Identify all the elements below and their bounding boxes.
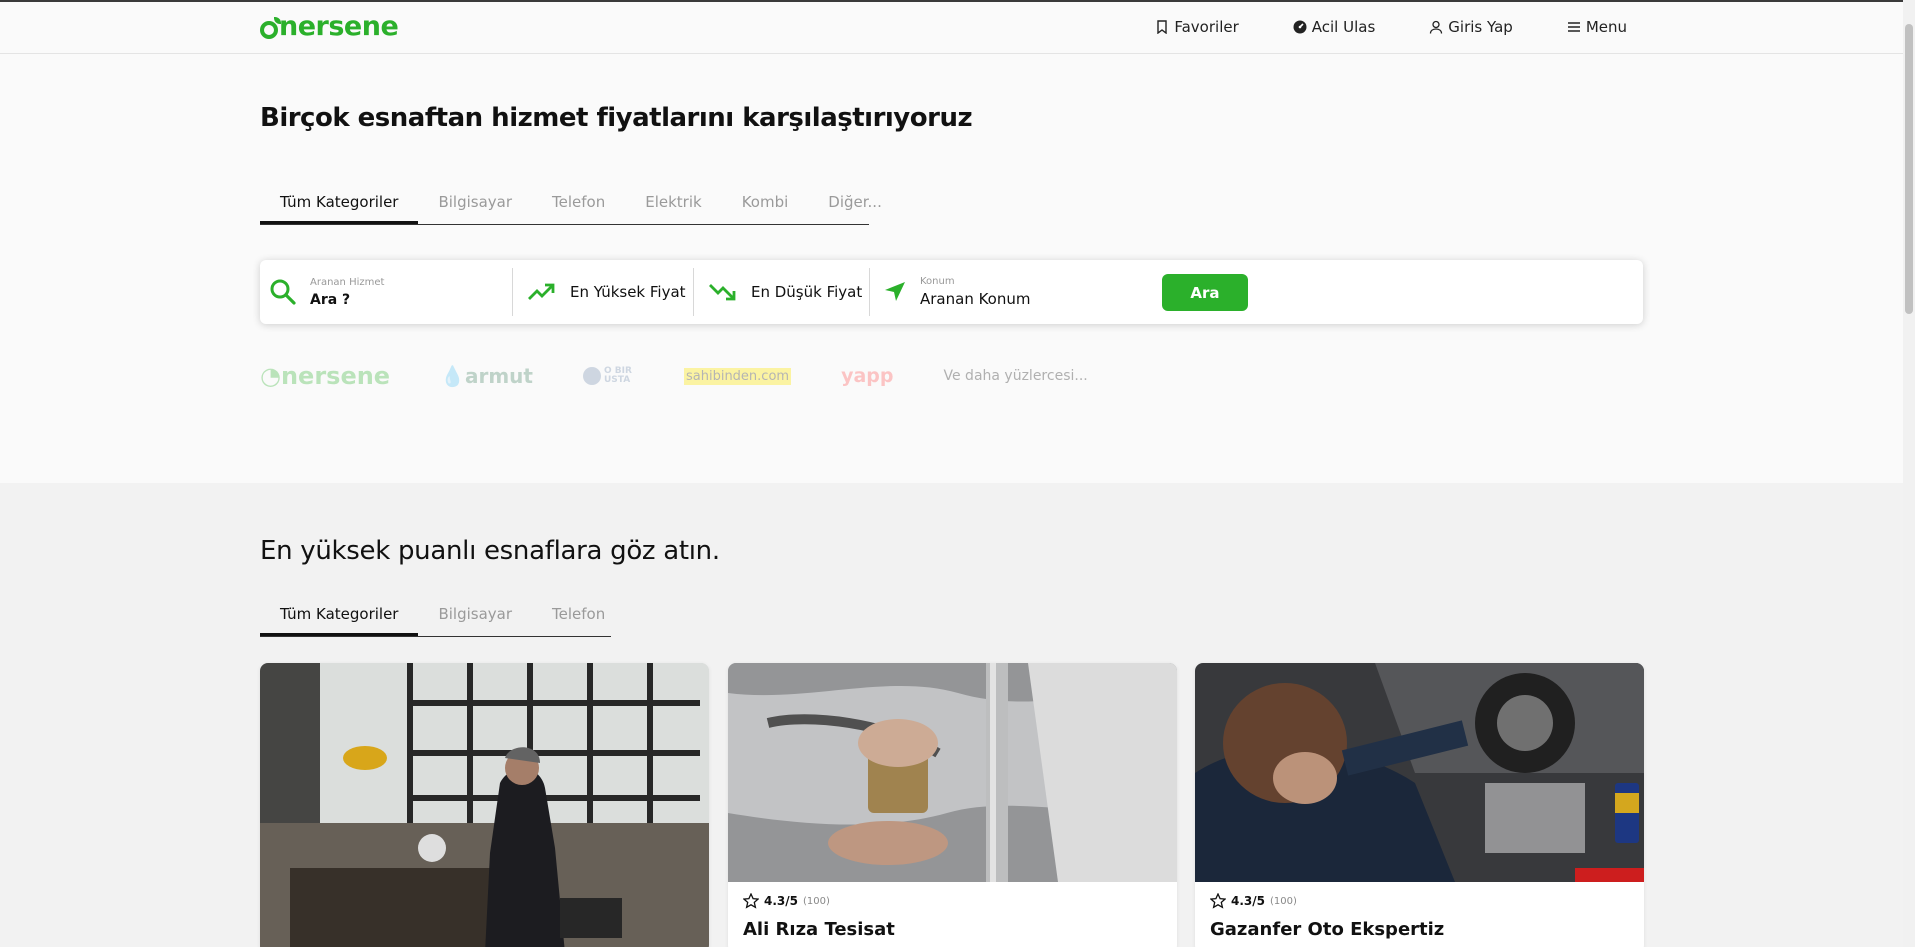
brand-armut-text: armut: [464, 364, 533, 388]
site-header: nersene Favoriler Acil Ulas Giris Yap Me…: [0, 2, 1903, 54]
rating: 4.3/5 (100): [743, 893, 830, 909]
tab-all-categories[interactable]: Tüm Kategoriler: [260, 593, 419, 636]
tab-computer[interactable]: Bilgisayar: [418, 181, 532, 224]
service-search-field[interactable]: Aranan Hizmet Ara ?: [260, 268, 512, 316]
business-card[interactable]: [260, 663, 709, 947]
top-rated-title: En yüksek puanlı esnaflara göz atın.: [260, 536, 720, 566]
location-field-value: Aranan Konum: [920, 290, 1031, 308]
rating-count: (100): [1270, 895, 1297, 907]
nav-menu[interactable]: Menu: [1567, 18, 1627, 36]
nav-menu-label: Menu: [1585, 18, 1627, 36]
lowest-price-label: En Düşük Fiyat: [751, 283, 863, 301]
search-button[interactable]: Ara: [1162, 274, 1248, 311]
search-bar: Aranan Hizmet Ara ? En Yüksek Fiyat En D…: [260, 260, 1643, 324]
tab-electric[interactable]: Elektrik: [625, 181, 721, 224]
user-icon: [1430, 20, 1443, 34]
service-field-value: Ara ?: [310, 291, 351, 308]
star-icon: [743, 893, 759, 909]
tab-boiler[interactable]: Kombi: [722, 181, 809, 224]
brand-obirusta-logo: O BIR USTA: [582, 366, 634, 385]
category-tabs: Tüm Kategoriler Bilgisayar Telefon Elekt…: [260, 181, 882, 225]
rating-count: (100): [803, 895, 830, 907]
hamburger-icon: [1567, 22, 1580, 32]
lowest-price-sort[interactable]: En Düşük Fiyat: [694, 268, 869, 316]
tab-phone[interactable]: Telefon: [532, 593, 625, 636]
nav-favorites-label: Favoriler: [1174, 18, 1239, 36]
brand-sahibinden-logo: sahibinden.com: [683, 367, 792, 385]
craftsman-workshop-photo: [260, 663, 709, 947]
page-scrollbar[interactable]: [1903, 0, 1915, 947]
location-field[interactable]: Konum Aranan Konum: [870, 268, 1120, 316]
speedometer-icon: [1293, 20, 1307, 34]
nav-login[interactable]: Giris Yap: [1429, 18, 1513, 36]
top-rated-tabs: Tüm Kategoriler Bilgisayar Telefon: [260, 593, 611, 637]
nav-login-label: Giris Yap: [1448, 18, 1513, 36]
business-card[interactable]: 4.3/5 (100) Ali Rıza Tesisat: [728, 663, 1177, 947]
bookmark-icon: [1157, 20, 1168, 34]
brand-yapp-logo: yapp: [841, 365, 894, 387]
star-icon: [1210, 893, 1226, 909]
service-field-label: Aranan Hizmet: [310, 276, 385, 288]
nav-emergency-label: Acil Ulas: [1311, 18, 1376, 36]
nav-favorites[interactable]: Favoriler: [1155, 18, 1239, 36]
hero-title: Birçok esnaftan hizmet fiyatlarını karşı…: [260, 103, 973, 133]
plumbing-pipe-photo: [728, 663, 1177, 882]
header-nav: Favoriler Acil Ulas Giris Yap Menu: [1155, 18, 1627, 36]
brand-onersene-text: nersene: [280, 362, 391, 390]
logo-text: nersene: [279, 11, 399, 42]
brand-armut-logo: 💧armut: [440, 364, 533, 388]
site-logo[interactable]: nersene: [260, 11, 399, 42]
business-name[interactable]: Ali Rıza Tesisat: [743, 919, 895, 940]
partner-brands: ◔nersene 💧armut O BIR USTA sahibinden.co…: [260, 362, 1088, 390]
logo-mark-icon: [260, 16, 281, 39]
business-card[interactable]: 4.3/5 (100) Gazanfer Oto Ekspertiz: [1195, 663, 1644, 947]
car-mechanic-photo: [1195, 663, 1644, 882]
scrollbar-thumb[interactable]: [1905, 24, 1913, 314]
brand-obirusta-text: O BIR USTA: [603, 366, 632, 385]
brand-onersene-logo: ◔nersene: [260, 362, 391, 390]
location-arrow-icon: [884, 281, 906, 303]
tab-computer[interactable]: Bilgisayar: [418, 593, 532, 636]
highest-price-label: En Yüksek Fiyat: [570, 283, 686, 301]
rating-value: 4.3/5: [764, 894, 798, 908]
search-icon: [269, 278, 297, 306]
tab-phone[interactable]: Telefon: [532, 181, 625, 224]
brand-obirusta-icon: [582, 367, 601, 385]
rating: 4.3/5 (100): [1210, 893, 1297, 909]
business-name[interactable]: Gazanfer Oto Ekspertiz: [1210, 919, 1444, 940]
location-field-label: Konum: [920, 276, 955, 287]
tab-other[interactable]: Diğer...: [808, 181, 902, 224]
trending-up-icon: [527, 282, 555, 302]
trending-down-icon: [708, 282, 736, 302]
nav-emergency[interactable]: Acil Ulas: [1293, 18, 1376, 36]
tab-all-categories[interactable]: Tüm Kategoriler: [260, 181, 419, 224]
brands-more-text: Ve daha yüzlercesi...: [943, 368, 1088, 384]
rating-value: 4.3/5: [1231, 894, 1265, 908]
highest-price-sort[interactable]: En Yüksek Fiyat: [513, 268, 693, 316]
